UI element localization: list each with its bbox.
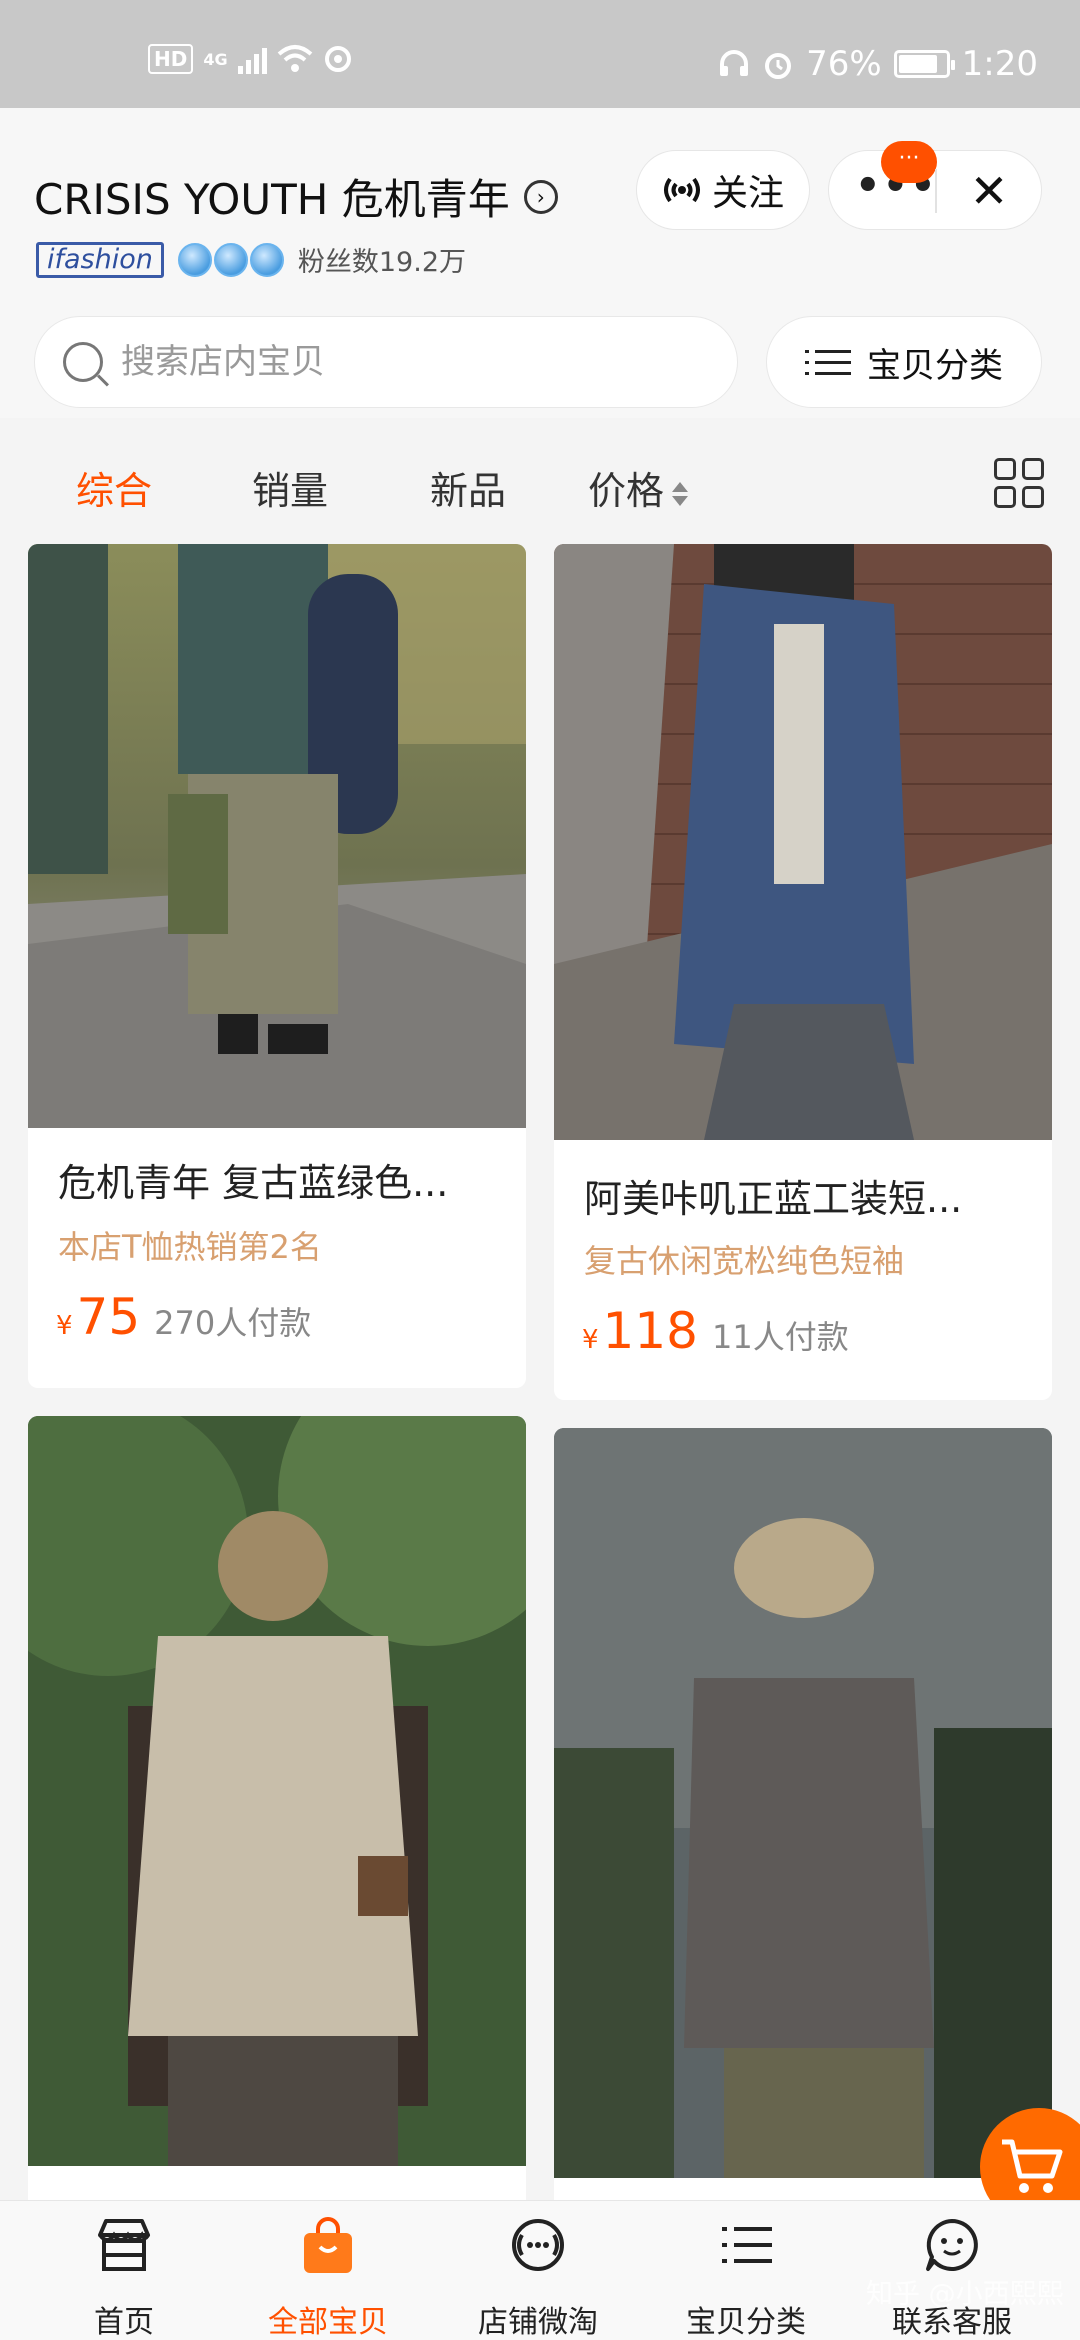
battery-percent: 76%	[806, 44, 882, 84]
category-label: 宝贝分类	[867, 345, 1003, 386]
battery-icon	[893, 50, 955, 78]
crown-icon	[249, 242, 284, 277]
shop-header: CRISIS YOUTH 危机青年 › 关注 ••• ··· ✕ ifashio…	[0, 108, 1080, 418]
signal-icon	[237, 44, 267, 74]
status-right: 76% 1:20	[718, 44, 1038, 84]
clock: 1:20	[961, 44, 1038, 84]
product-image	[28, 1416, 526, 2166]
currency-symbol: ¥	[582, 1325, 599, 1355]
shop-name[interactable]: CRISIS YOUTH 危机青年 ›	[34, 166, 558, 227]
cart-icon	[1002, 2139, 1063, 2193]
currency-symbol: ¥	[56, 1311, 73, 1341]
status-left: HD 4G	[148, 44, 353, 74]
product-title: 危机青年 复古蓝绿色...	[58, 1161, 449, 1205]
fans-count: 粉丝数19.2万	[297, 247, 466, 278]
nav-categories-label: 宝贝分类	[686, 2305, 806, 2340]
tab-comprehensive[interactable]: 综合	[76, 460, 152, 515]
shopping-bag-icon	[304, 2217, 352, 2273]
nav-home-label: 首页	[94, 2305, 154, 2340]
wifi-icon	[277, 45, 312, 72]
product-subtitle: 本店T恤热销第2名	[58, 1228, 322, 1266]
nav-weitao[interactable]: 店铺微淘	[448, 2201, 628, 2340]
chat-face-icon	[926, 2219, 978, 2271]
product-card[interactable]: 阿美咔叽正蓝工装短... 复古休闲宽松纯色短袖 ¥ 118 11人付款	[554, 544, 1052, 1400]
sync-icon	[324, 46, 351, 72]
product-card[interactable]	[554, 1428, 1052, 2218]
nav-weitao-label: 店铺微淘	[478, 2305, 598, 2340]
shop-badges: ifashion 粉丝数19.2万	[36, 240, 466, 279]
product-card[interactable]: 危机青年 复古蓝绿色... 本店T恤热销第2名 ¥ 75 270人付款	[28, 544, 526, 1388]
status-bar: HD 4G 76% 1:20	[0, 0, 1080, 108]
network-type: 4G	[203, 49, 228, 69]
product-subtitle: 复古休闲宽松纯色短袖	[584, 1242, 905, 1280]
product-price: 118	[602, 1302, 698, 1360]
nav-all-items[interactable]: 全部宝贝	[238, 2201, 418, 2340]
sort-bar: 综合 销量 新品 价格	[0, 418, 1080, 544]
ifashion-badge: ifashion	[36, 241, 164, 278]
grid-view-icon[interactable]	[994, 458, 1044, 508]
paid-count: 270人付款	[154, 1304, 312, 1342]
crown-icon	[177, 242, 212, 277]
search-icon	[63, 342, 103, 382]
list-icon	[805, 349, 851, 375]
nav-categories[interactable]: 宝贝分类	[656, 2201, 836, 2340]
headset-icon	[720, 50, 749, 76]
mini-app-menu: ••• ··· ✕	[828, 141, 1042, 230]
product-price-row: ¥ 75 270人付款	[56, 1288, 311, 1346]
shop-name-text: CRISIS YOUTH 危机青年	[34, 175, 510, 224]
notification-badge: ···	[881, 141, 937, 183]
product-image	[554, 1428, 1052, 2178]
product-image	[554, 544, 1052, 1140]
follow-label: 关注	[711, 173, 784, 214]
watermark: 知乎 @小西熙熙	[866, 2279, 1064, 2310]
broadcast-icon	[663, 177, 700, 203]
nav-customer-service[interactable]: 联系客服	[862, 2201, 1042, 2340]
product-price-row: ¥ 118 11人付款	[582, 1302, 849, 1360]
tab-sales[interactable]: 销量	[252, 460, 328, 515]
search-input[interactable]	[121, 342, 681, 382]
broadcast-icon	[512, 2219, 564, 2271]
tab-new[interactable]: 新品	[430, 460, 506, 515]
alarm-icon	[765, 53, 792, 79]
category-button[interactable]: 宝贝分类	[766, 316, 1042, 408]
storefront-icon	[98, 2219, 150, 2271]
chevron-right-icon[interactable]: ›	[523, 179, 558, 214]
search-box[interactable]	[34, 316, 738, 408]
nav-all-items-label: 全部宝贝	[268, 2305, 388, 2340]
product-image	[28, 544, 526, 1128]
nav-home[interactable]: 首页	[34, 2201, 214, 2340]
crown-rating	[177, 242, 284, 277]
follow-button[interactable]: 关注	[636, 150, 810, 230]
divider	[935, 169, 937, 213]
list-icon	[722, 2227, 772, 2263]
crown-icon	[213, 242, 248, 277]
product-title: 阿美咔叽正蓝工装短...	[584, 1177, 963, 1221]
product-card[interactable]	[28, 1416, 526, 2216]
tab-price[interactable]: 价格	[588, 460, 689, 515]
tab-price-label: 价格	[588, 469, 665, 513]
bottom-nav: 首页 全部宝贝 店铺微淘 宝贝分类 联系客服	[0, 2200, 1080, 2340]
paid-count: 11人付款	[711, 1318, 849, 1356]
product-price: 75	[76, 1288, 141, 1346]
sort-arrows-icon	[672, 481, 689, 506]
hd-icon: HD	[148, 44, 194, 74]
close-icon[interactable]: ✕	[959, 161, 1019, 221]
